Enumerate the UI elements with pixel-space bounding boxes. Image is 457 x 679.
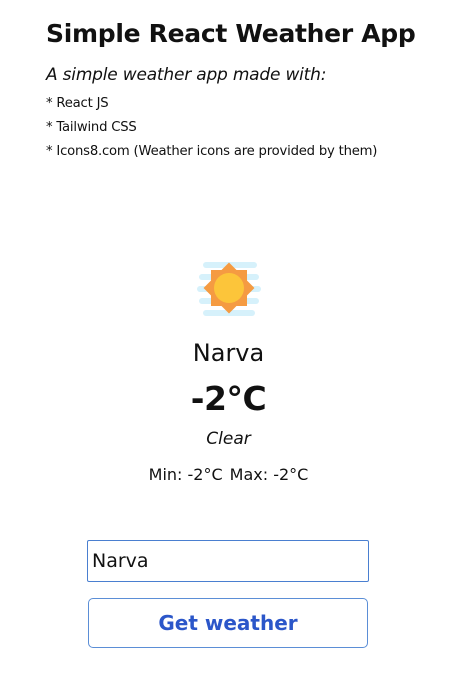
city-input[interactable] <box>87 540 369 582</box>
temperature: -2°C <box>190 379 267 418</box>
city-name: Narva <box>192 339 265 367</box>
feature-list: * React JS * Tailwind CSS * Icons8.com (… <box>46 92 446 164</box>
feature-item-icons8: * Icons8.com (Weather icons are provided… <box>46 144 378 159</box>
app-header: Simple React Weather App A simple weathe… <box>46 16 446 164</box>
min-max-temperature: Min: -2°C Max: -2°C <box>0 463 457 487</box>
weather-card: Narva -2°C Clear Min: -2°C Max: -2°C <box>0 256 457 487</box>
weather-description: Clear <box>206 429 251 449</box>
max-temperature: Max: -2°C <box>229 465 309 484</box>
feature-item-tailwind: * Tailwind CSS <box>46 120 137 135</box>
page-title: Simple React Weather App <box>46 19 416 48</box>
get-weather-button[interactable]: Get weather <box>88 598 368 648</box>
feature-item-react: * React JS <box>46 96 109 111</box>
min-temperature: Min: -2°C <box>148 465 223 484</box>
page-subtitle: A simple weather app made with: <box>46 65 327 85</box>
sun-haze-icon <box>196 262 261 316</box>
